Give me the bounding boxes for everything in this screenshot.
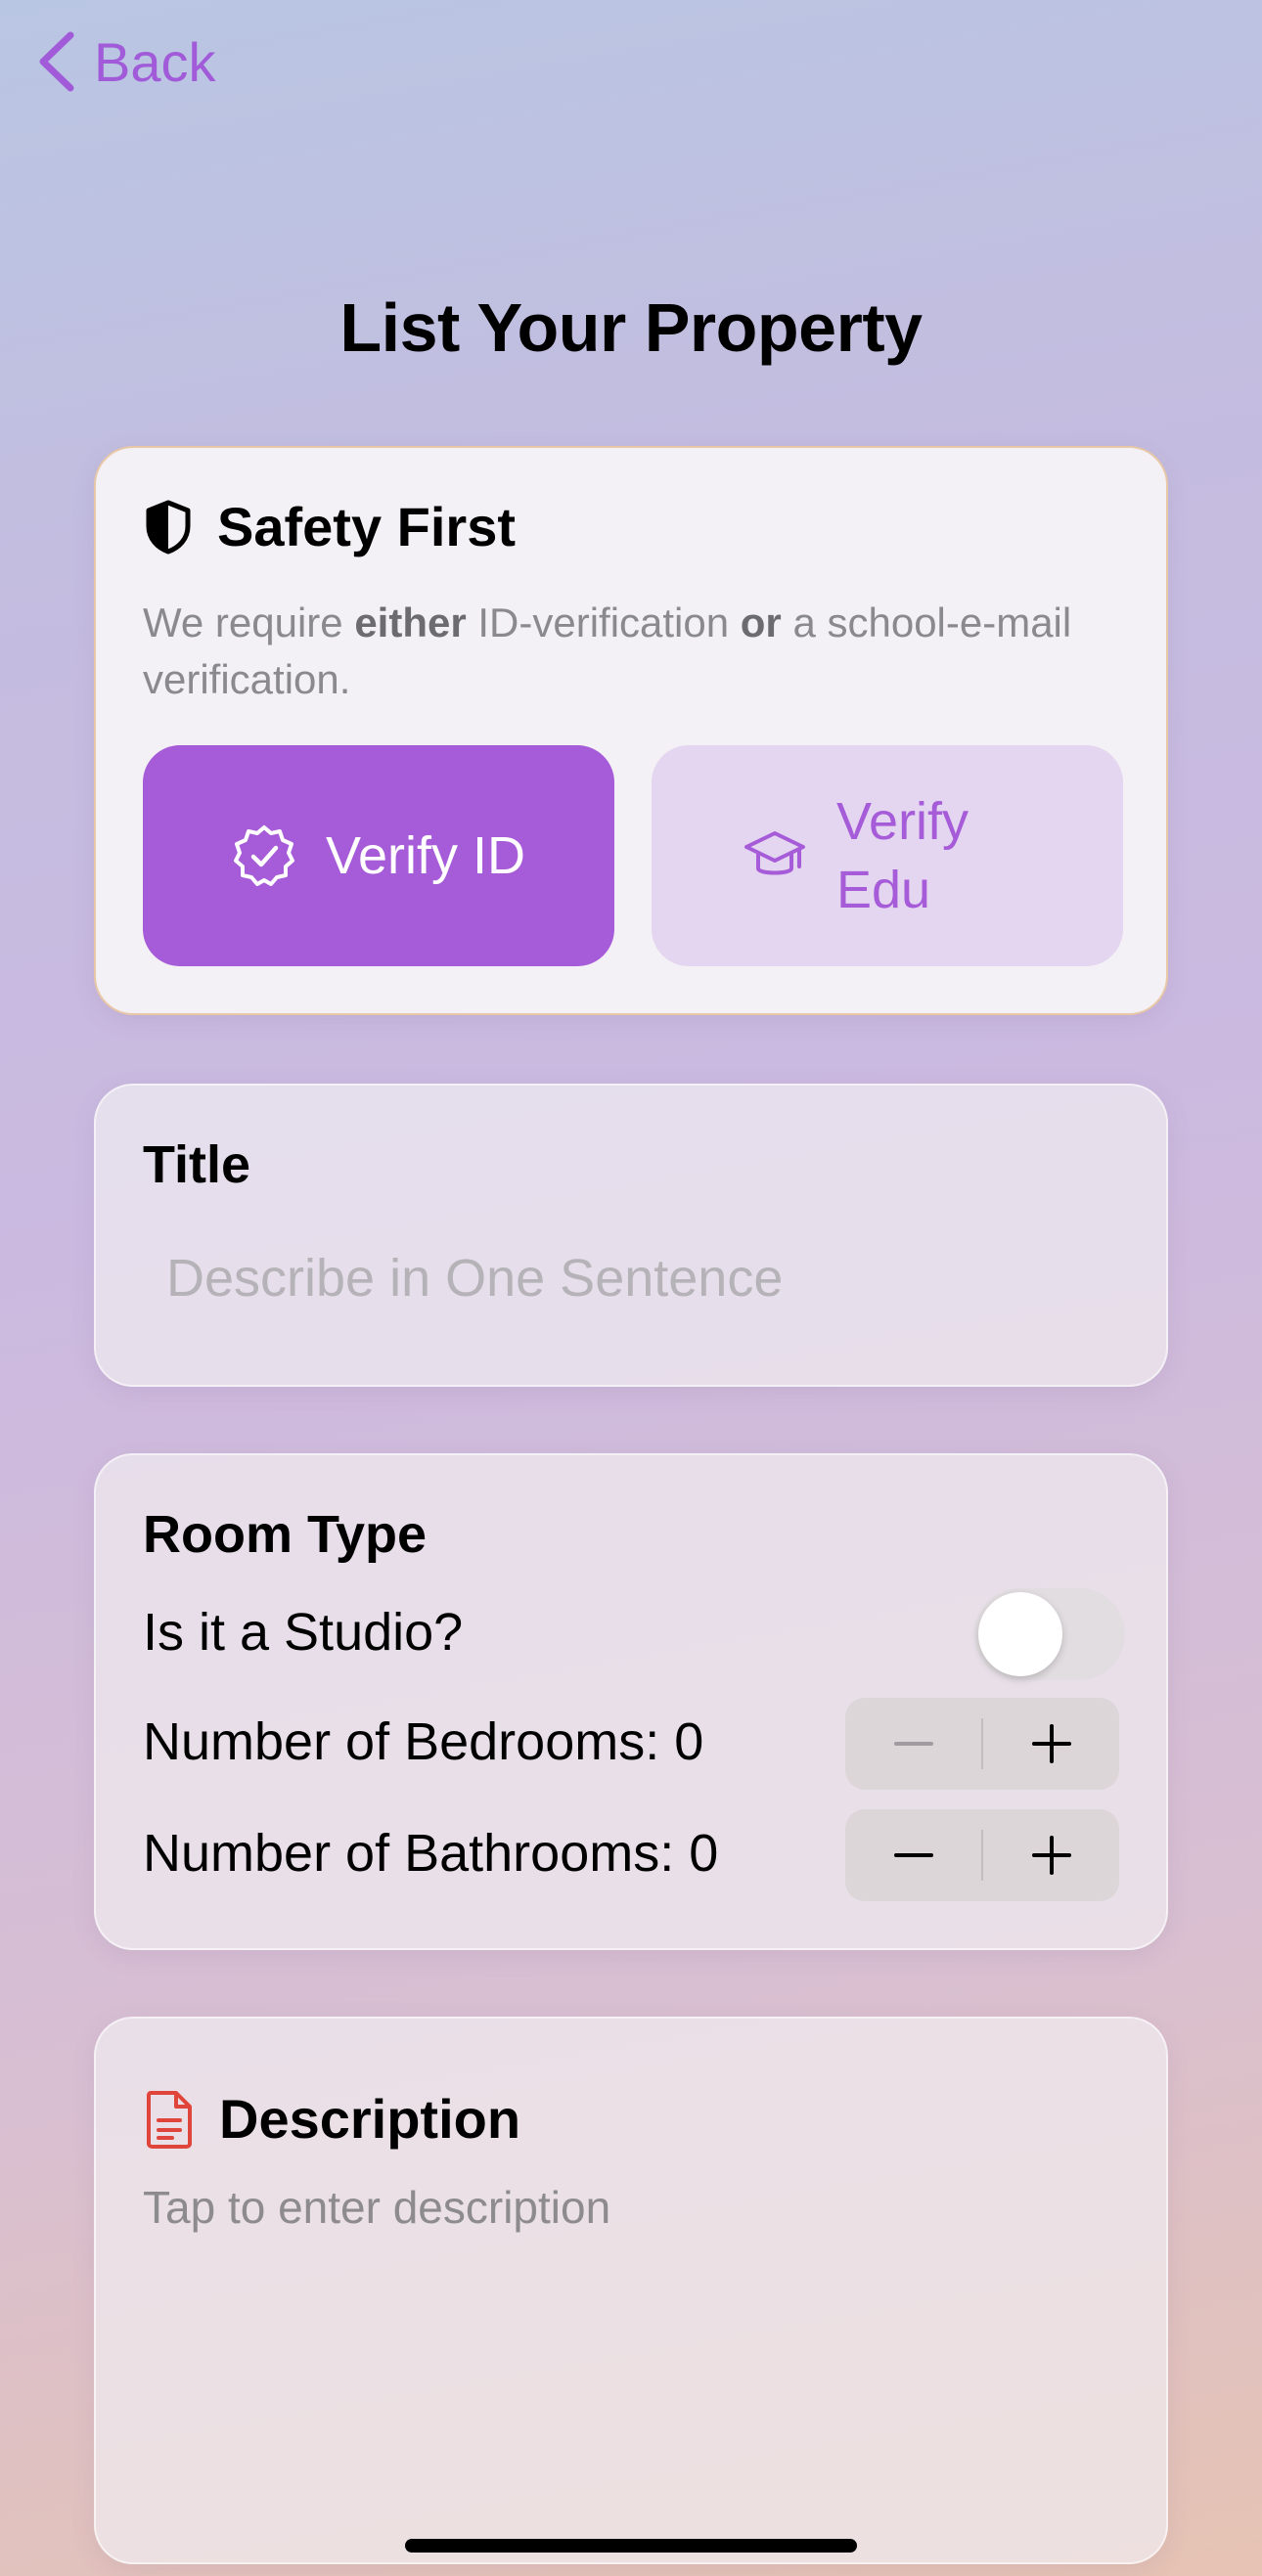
checkmark-seal-icon <box>233 825 294 886</box>
room-type-heading: Room Type <box>143 1505 428 1564</box>
bathrooms-increment-button[interactable] <box>983 1809 1119 1901</box>
studio-label: Is it a Studio? <box>143 1603 464 1662</box>
document-icon <box>147 2090 192 2149</box>
description-heading: Description <box>219 2088 521 2150</box>
chevron-left-icon <box>39 31 74 92</box>
minus-icon <box>893 1853 933 1857</box>
back-label: Back <box>94 30 216 93</box>
verify-edu-label: Verify Edu <box>836 792 969 919</box>
graduation-cap-icon <box>744 831 805 875</box>
plus-icon <box>1031 1836 1071 1875</box>
description-input[interactable]: Tap to enter description <box>143 2181 610 2234</box>
bedrooms-label: Number of Bedrooms: 0 <box>143 1712 704 1771</box>
safety-card: Safety First We require either ID-verifi… <box>94 446 1168 1015</box>
verify-id-button[interactable]: Verify ID <box>143 745 614 966</box>
plus-icon <box>1031 1724 1071 1763</box>
title-input[interactable]: Describe in One Sentence <box>166 1248 783 1309</box>
bedrooms-increment-button[interactable] <box>983 1698 1119 1790</box>
back-button[interactable]: Back <box>35 29 216 94</box>
verify-id-label: Verify ID <box>325 826 526 885</box>
title-card: Title Describe in One Sentence <box>94 1084 1168 1387</box>
description-header: Description <box>145 2087 520 2151</box>
shield-icon <box>146 500 191 554</box>
toggle-knob <box>978 1592 1062 1676</box>
minus-icon <box>893 1742 933 1746</box>
home-indicator[interactable] <box>405 2539 857 2553</box>
bathrooms-label: Number of Bathrooms: 0 <box>143 1824 719 1883</box>
bathrooms-decrement-button[interactable] <box>845 1809 981 1901</box>
bedrooms-decrement-button[interactable] <box>845 1698 981 1790</box>
verify-edu-button[interactable]: Verify Edu <box>652 745 1123 966</box>
bathrooms-stepper <box>845 1809 1119 1901</box>
safety-heading: Safety First <box>217 496 516 557</box>
title-label: Title <box>143 1135 251 1194</box>
safety-description: We require either ID-verification or a s… <box>143 600 1072 702</box>
room-type-card: Room Type Is it a Studio? Number of Bedr… <box>94 1453 1168 1950</box>
description-card: Description Tap to enter description <box>94 2017 1168 2564</box>
studio-toggle[interactable] <box>974 1588 1125 1680</box>
safety-header: Safety First <box>145 495 516 558</box>
bedrooms-stepper <box>845 1698 1119 1790</box>
page-title: List Your Property <box>339 289 923 366</box>
